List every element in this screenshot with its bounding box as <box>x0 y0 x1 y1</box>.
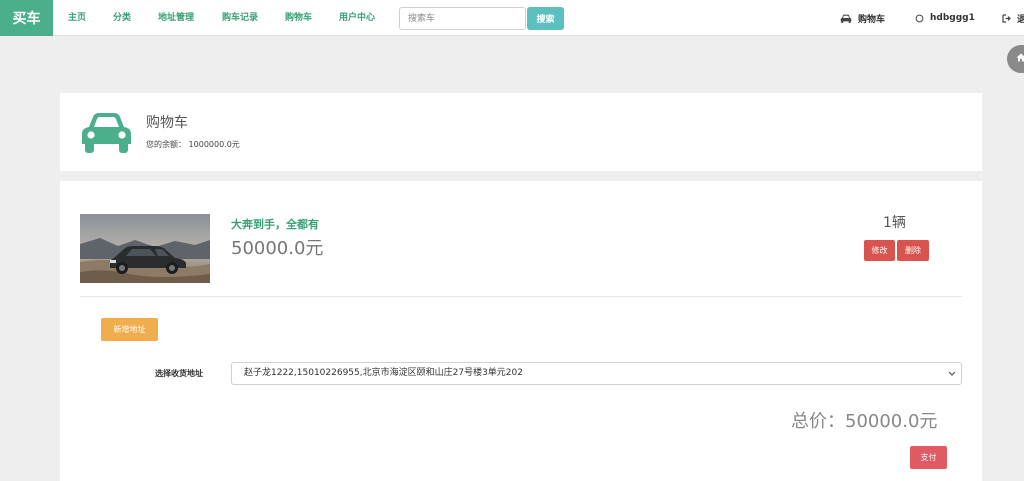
total-label: 总价： <box>791 411 845 432</box>
nav-link-home[interactable]: 主页 <box>68 0 86 36</box>
balance-label: 您的余额： <box>146 140 186 149</box>
nav-link-cart[interactable]: 购物车 <box>285 0 312 36</box>
nav-link-address[interactable]: 地址管理 <box>158 0 194 36</box>
car-image[interactable] <box>80 214 210 283</box>
logout-icon <box>1002 13 1011 23</box>
brand-logo[interactable]: 买车 <box>0 0 53 36</box>
nav-cart-link[interactable]: 购物车 <box>840 0 885 36</box>
address-selected-value: 赵子龙1222,15010226955,北京市海淀区颐和山庄27号楼3单元202 <box>244 368 523 378</box>
total-value: 50000.0元 <box>845 411 938 432</box>
address-select[interactable]: 赵子龙1222,15010226955,北京市海淀区颐和山庄27号楼3单元202 <box>231 362 962 385</box>
username-label: hdbggg1 <box>930 13 975 23</box>
car-icon <box>840 14 852 23</box>
item-price: 50000.0元 <box>231 238 324 259</box>
balance-text: 您的余额： 1000000.0元 <box>146 139 240 150</box>
user-icon <box>915 14 924 22</box>
search-button[interactable]: 搜索 <box>527 7 564 30</box>
address-select-label: 选择收货地址 <box>155 369 203 378</box>
nav-link-user-center[interactable]: 用户中心 <box>339 0 375 36</box>
search-input[interactable] <box>399 7 526 30</box>
home-floating-button[interactable] <box>1007 45 1024 73</box>
home-icon <box>1016 53 1024 62</box>
chevron-down-icon <box>948 371 956 376</box>
add-address-button[interactable]: 新增地址 <box>101 318 158 341</box>
nav-user-menu[interactable]: hdbggg1 <box>915 0 975 36</box>
item-title[interactable]: 大奔到手，全都有 <box>231 216 319 232</box>
top-navbar: 买车 主页 分类 地址管理 购车记录 购物车 用户中心 搜索 购物车 hdbgg… <box>0 0 1024 36</box>
page-title: 购物车 <box>146 115 188 131</box>
car-icon <box>82 113 131 153</box>
cart-header-panel: 购物车 您的余额： 1000000.0元 <box>60 93 982 171</box>
total-price: 总价：50000.0元 <box>791 407 937 433</box>
nav-link-category[interactable]: 分类 <box>113 0 131 36</box>
pay-button[interactable]: 支付 <box>910 446 947 469</box>
divider <box>80 296 962 297</box>
delete-button[interactable]: 删除 <box>897 240 929 261</box>
nav-logout-link[interactable]: 退 <box>1002 0 1024 36</box>
item-quantity: 1辆 <box>883 215 906 231</box>
nav-cart-label: 购物车 <box>858 14 886 25</box>
logout-label: 退 <box>1017 14 1024 25</box>
edit-button[interactable]: 修改 <box>864 240 895 261</box>
balance-value: 1000000.0元 <box>188 140 240 149</box>
cart-content-panel: 大奔到手，全都有 50000.0元 1辆 修改 删除 新增地址 选择收货地址 赵… <box>60 181 982 481</box>
nav-link-purchase-history[interactable]: 购车记录 <box>222 0 258 36</box>
